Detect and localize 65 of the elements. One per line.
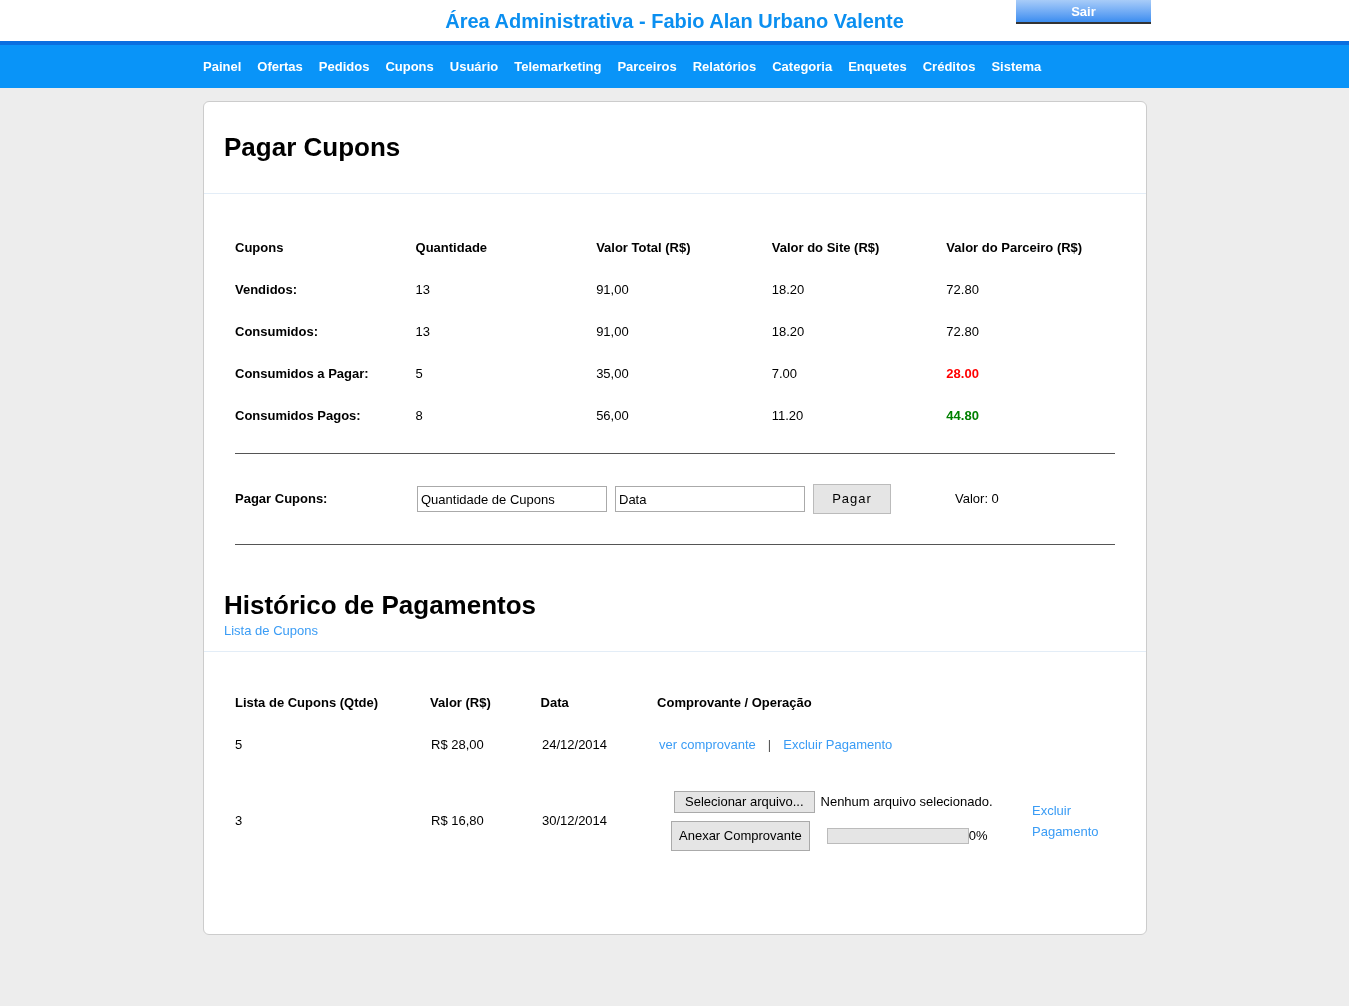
column-header: Valor Total (R$) bbox=[596, 239, 692, 258]
nav-link[interactable]: Categoria bbox=[772, 56, 833, 77]
nav-link[interactable]: Cupons bbox=[385, 56, 434, 77]
table-cell-text: 18.20 bbox=[771, 323, 806, 342]
table-cell-text: 13 bbox=[415, 281, 432, 300]
table-cell-text: 91,00 bbox=[596, 281, 630, 300]
nav-link[interactable]: Parceiros bbox=[617, 56, 677, 77]
table-cell-text: 56,00 bbox=[596, 407, 630, 426]
table-cell-text: 5 bbox=[235, 735, 244, 754]
date-field[interactable]: Data bbox=[615, 486, 805, 512]
nav-link[interactable]: Telemarketing bbox=[514, 56, 602, 77]
table-cell-text: 3 bbox=[235, 811, 244, 830]
form-label: Pagar Cupons: bbox=[235, 490, 329, 509]
delete-payment-link[interactable]: Excluir Pagamento bbox=[783, 734, 893, 755]
table-cell-text: 44.80 bbox=[946, 407, 980, 426]
table-cell-text: 5 bbox=[415, 365, 424, 384]
nav-link[interactable]: Painel bbox=[203, 56, 242, 77]
nav-link[interactable]: Relatórios bbox=[692, 56, 757, 77]
table-cell-text: 11.20 bbox=[771, 407, 805, 426]
column-header: Valor do Parceiro (R$) bbox=[946, 239, 1084, 258]
table-cell-text: 24/12/2014 bbox=[542, 735, 609, 754]
quantity-field[interactable]: Quantidade de Cupons bbox=[417, 486, 607, 512]
table-cell-text: 18.20 bbox=[771, 281, 806, 300]
row-label: Consumidos: bbox=[235, 323, 320, 342]
logout-button[interactable]: Sair bbox=[1016, 0, 1151, 24]
column-header: Valor do Site (R$) bbox=[771, 239, 881, 258]
file-status: Nenhum arquivo selecionado. bbox=[820, 792, 993, 811]
table-cell-text: 8 bbox=[415, 407, 424, 426]
table-cell-text: R$ 16,80 bbox=[431, 811, 485, 830]
row-label: Vendidos: bbox=[235, 281, 299, 300]
table-cell-text: R$ 28,00 bbox=[431, 735, 485, 754]
table-cell-text: 35,00 bbox=[596, 365, 630, 384]
row-label: Consumidos Pagos: bbox=[235, 407, 362, 426]
table-cell-text: 7.00 bbox=[771, 365, 799, 384]
delete-payment-link[interactable]: Excluir Pagamento bbox=[1032, 799, 1112, 842]
page-title: Pagar Cupons bbox=[224, 131, 401, 164]
table-cell-text: 72.80 bbox=[946, 323, 980, 342]
table-cell-text: 91,00 bbox=[596, 323, 630, 342]
table-cell-text: 28.00 bbox=[946, 365, 980, 384]
choose-file-button[interactable]: Selecionar arquivo... bbox=[674, 790, 815, 813]
page-header-title: Área Administrativa - Fabio Alan Urbano Valente bbox=[445, 9, 904, 34]
column-header: Cupons bbox=[235, 239, 285, 258]
column-header: Valor (R$) bbox=[430, 693, 492, 712]
nav-link[interactable]: Pedidos bbox=[318, 56, 370, 77]
column-header: Comprovante / Operação bbox=[657, 693, 813, 712]
table-cell-text: 13 bbox=[415, 323, 432, 342]
separator: | bbox=[767, 735, 772, 754]
nav-link[interactable]: Ofertas bbox=[257, 56, 303, 77]
table-cell-text: 72.80 bbox=[946, 281, 980, 300]
progress-percent: 0% bbox=[968, 826, 988, 845]
section-title: Histórico de Pagamentos bbox=[224, 589, 538, 621]
pay-button[interactable]: Pagar bbox=[813, 484, 891, 514]
column-header: Quantidade bbox=[415, 239, 489, 258]
row-label: Consumidos a Pagar: bbox=[235, 365, 370, 384]
view-receipt-link[interactable]: ver comprovante bbox=[659, 734, 756, 755]
nav-link[interactable]: Créditos bbox=[922, 56, 976, 77]
column-header: Lista de Cupons (Qtde) bbox=[235, 693, 379, 712]
attach-receipt-button[interactable]: Anexar Comprovante bbox=[671, 820, 810, 851]
nav-link[interactable]: Sistema bbox=[991, 56, 1042, 77]
table-cell-text: 30/12/2014 bbox=[542, 811, 609, 830]
nav-link[interactable]: Enquetes bbox=[848, 56, 907, 77]
coupon-list-link[interactable]: Lista de Cupons bbox=[224, 623, 318, 638]
column-header: Data bbox=[540, 693, 570, 712]
nav-link[interactable]: Usuário bbox=[449, 56, 499, 77]
value-text: Valor: 0 bbox=[955, 490, 999, 509]
